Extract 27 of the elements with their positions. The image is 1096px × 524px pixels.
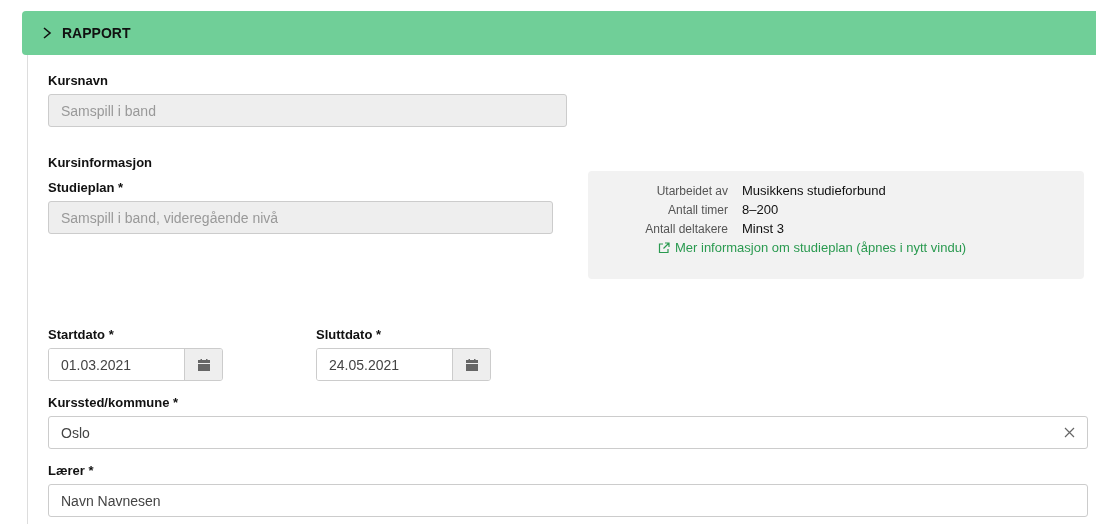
clear-button[interactable] — [1064, 427, 1075, 438]
info-value: 8–200 — [742, 202, 779, 217]
location-select[interactable]: Oslo — [48, 416, 1088, 449]
section-heading: Kursinformasjon — [48, 155, 153, 170]
info-label: Antall deltakere — [644, 222, 728, 236]
external-link-icon — [658, 241, 670, 254]
calendar-button[interactable] — [184, 349, 222, 380]
field-label: Studieplan * — [48, 180, 125, 195]
date-field[interactable]: 24.05.2021 — [316, 348, 491, 381]
calendar-icon — [465, 358, 478, 371]
date-field[interactable]: 01.03.2021 — [48, 348, 223, 381]
field-label: Startdato * — [48, 327, 115, 342]
teacher-field[interactable]: Navn Navnesen — [48, 484, 1088, 517]
field-label: Kursnavn — [48, 73, 109, 88]
info-value: Minst 3 — [742, 221, 784, 236]
info-label: Antall timer — [666, 203, 728, 217]
calendar-icon — [197, 358, 210, 371]
info-label: Utarbeidet av — [655, 184, 728, 198]
info-value: Musikkens studieforbund — [742, 183, 886, 198]
field-label: Kurssted/kommune * — [48, 395, 180, 410]
field-label: Lærer * — [48, 463, 95, 478]
chevron-right-icon — [42, 26, 52, 40]
panel-header[interactable]: RAPPORT — [22, 11, 1096, 55]
panel-title: RAPPORT — [62, 25, 131, 41]
calendar-button[interactable] — [452, 349, 490, 380]
close-icon — [1064, 427, 1075, 438]
field-label: Sluttdato * — [316, 327, 382, 342]
